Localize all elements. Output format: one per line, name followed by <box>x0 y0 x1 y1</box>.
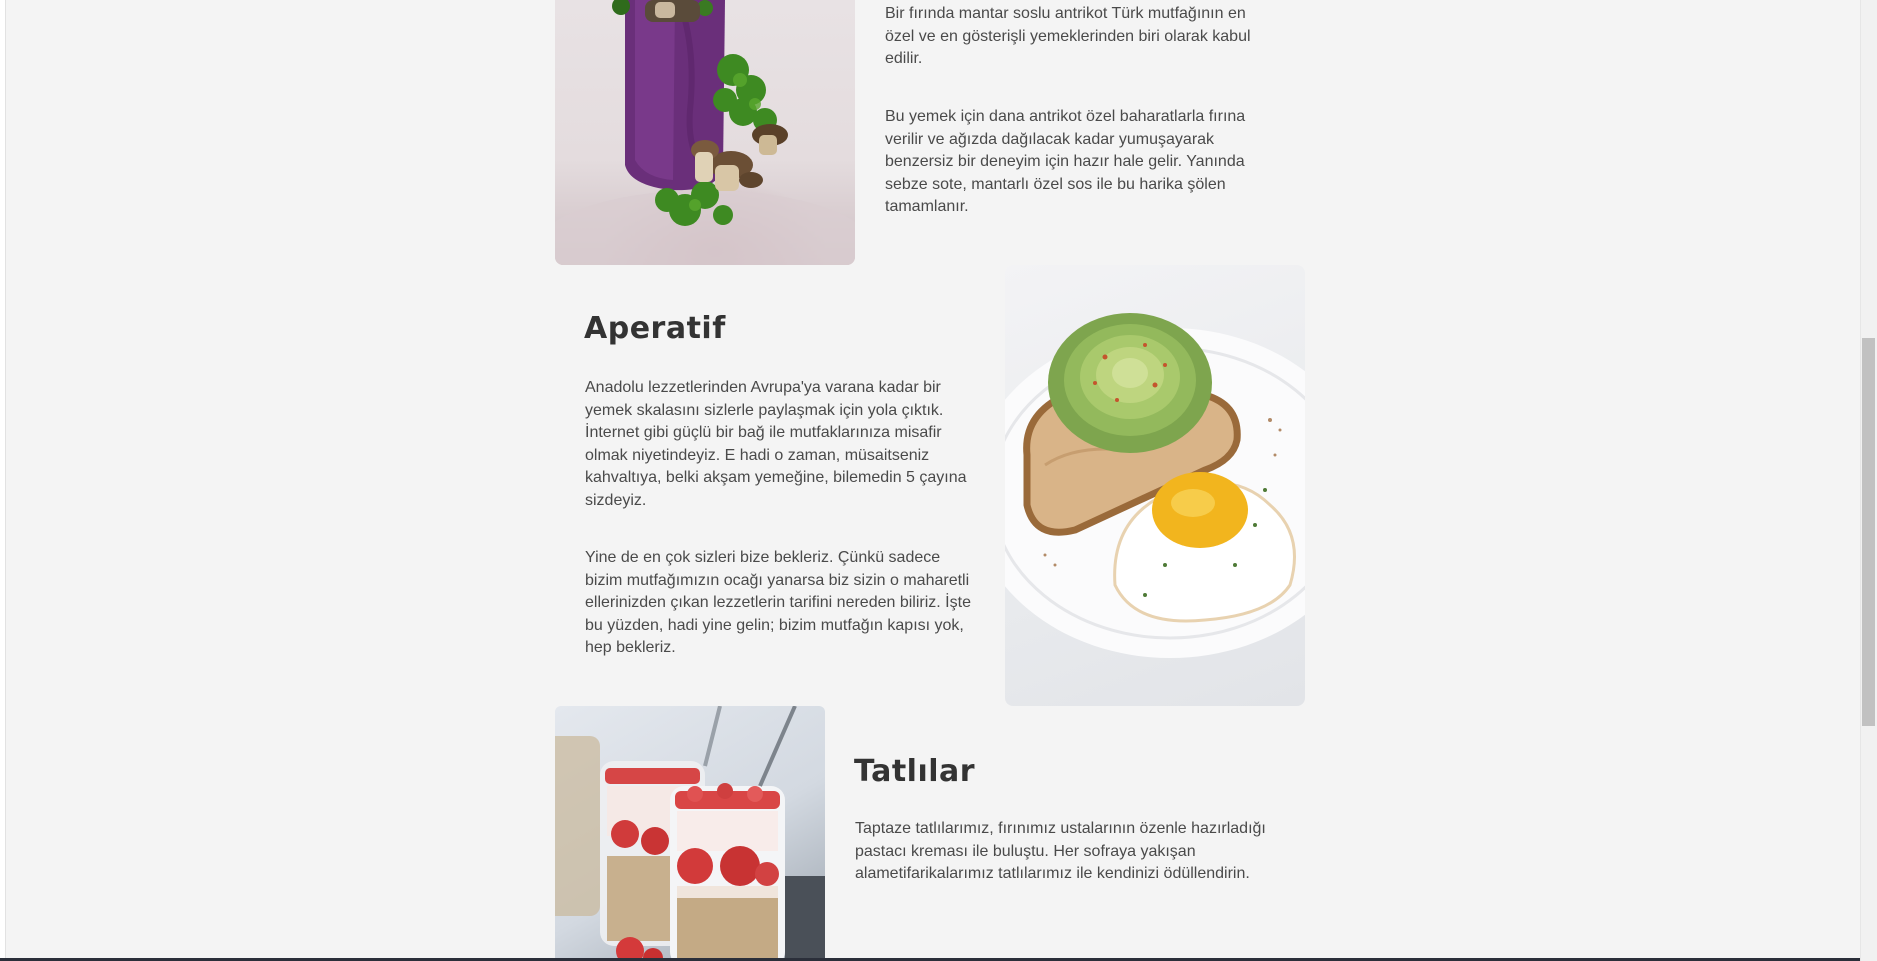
dessert-jars-illustration <box>555 706 825 961</box>
antrikot-paragraph-2: Bu yemek için dana antrikot özel baharat… <box>885 108 1246 215</box>
antrikot-paragraph-1: Bir fırında mantar soslu antrikot Türk m… <box>885 5 1251 67</box>
tatlilar-heading: Tatlılar <box>854 754 976 789</box>
aperatif-heading: Aperatif <box>584 311 726 346</box>
tatlilar-paragraph-1: Taptaze tatlılarımız, fırınımız ustaları… <box>855 820 1266 882</box>
scrollbar-thumb[interactable] <box>1862 338 1875 726</box>
avocado-toast-illustration <box>1005 313 1305 658</box>
antrikot-dish-image <box>555 0 855 265</box>
aperatif-avocado-toast-image <box>1005 265 1305 706</box>
aperatif-paragraph-1: Anadolu lezzetlerinden Avrupa'ya varana … <box>585 379 967 509</box>
aperatif-paragraph-2: Yine de en çok sizleri bize bekleriz. Çü… <box>585 549 971 656</box>
page-left-edge <box>0 0 6 961</box>
tatlilar-dessert-jars-image <box>555 706 825 961</box>
page-scrollbar[interactable] <box>1860 0 1877 961</box>
purple-dish-illustration <box>555 0 855 265</box>
